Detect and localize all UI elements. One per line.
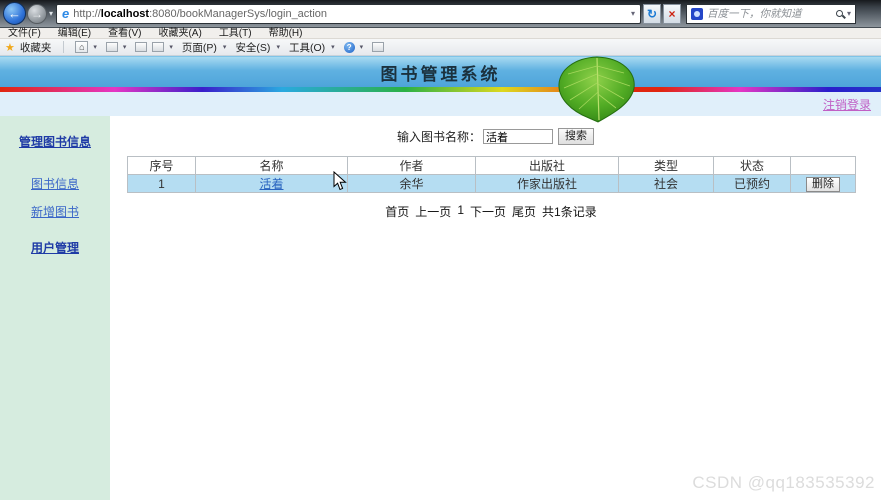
- sidebar-link-book-info[interactable]: 图书信息: [31, 175, 79, 192]
- menu-help[interactable]: 帮助(H): [269, 28, 303, 39]
- site-banner: 图书管理系统: [0, 56, 881, 87]
- search-dropdown-icon[interactable]: ▾: [847, 9, 851, 18]
- menu-view[interactable]: 查看(V): [108, 28, 141, 39]
- col-seq: 序号: [127, 156, 196, 175]
- refresh-button[interactable]: ↻: [643, 3, 662, 24]
- watermark: CSDN @qq183535392: [692, 473, 875, 492]
- menu-edit[interactable]: 编辑(E): [58, 28, 91, 39]
- table-row: 1 活着 余华 作家出版社 社会 已预约 删除: [127, 174, 856, 193]
- pagination-last[interactable]: 尾页: [512, 203, 536, 220]
- feeds-dropdown-icon[interactable]: ▾: [123, 43, 127, 51]
- book-name-link[interactable]: 活着: [259, 177, 283, 191]
- help-icon[interactable]: ?: [343, 41, 355, 53]
- print-dropdown-icon[interactable]: ▾: [169, 43, 173, 51]
- col-type: 类型: [618, 156, 714, 175]
- mouse-cursor: [333, 170, 347, 196]
- address-dropdown-icon[interactable]: ▾: [631, 9, 635, 18]
- history-dropdown-icon[interactable]: ▾: [49, 9, 53, 18]
- logout-link[interactable]: 注销登录: [823, 96, 871, 113]
- col-status: 状态: [713, 156, 791, 175]
- main-panel: 输入图书名称： 搜索 序号 名称 作者 出版社 类型 状态: [110, 116, 881, 500]
- browser-titlebar: ← → ▾ e http://localhost:8080/bookManage…: [0, 0, 881, 28]
- search-label: 输入图书名称：: [396, 130, 481, 144]
- sidebar-link-add-book[interactable]: 新增图书: [31, 203, 79, 220]
- cell-publisher: 作家出版社: [475, 174, 619, 193]
- tools-dropdown-icon[interactable]: ▾: [331, 43, 335, 51]
- delete-button[interactable]: 删除: [806, 176, 840, 192]
- pagination-current-page: 1: [457, 203, 464, 217]
- print-icon[interactable]: [152, 42, 165, 52]
- menu-tools[interactable]: 工具(T): [219, 28, 252, 39]
- pagination-prev[interactable]: 上一页: [415, 203, 451, 220]
- sidebar-heading-manage-books[interactable]: 管理图书信息: [19, 133, 91, 150]
- baidu-icon: [691, 7, 704, 20]
- favorites-star-icon[interactable]: ★: [5, 41, 15, 54]
- toolbar-extra-icon[interactable]: [372, 42, 385, 52]
- stop-button[interactable]: ×: [663, 3, 682, 24]
- page-menu[interactable]: 页面(P): [182, 40, 217, 55]
- subheader-band: 注销登录: [0, 92, 881, 116]
- pagination: 首页 上一页 1 下一页 尾页 共1条记录: [127, 203, 855, 220]
- pagination-total: 共1条记录: [542, 205, 597, 219]
- table-header-row: 序号 名称 作者 出版社 类型 状态: [127, 156, 856, 175]
- back-button[interactable]: ←: [3, 2, 26, 25]
- home-dropdown-icon[interactable]: ▾: [93, 43, 97, 51]
- search-button[interactable]: 搜索: [558, 128, 594, 145]
- menu-file[interactable]: 文件(F): [8, 28, 41, 39]
- feeds-icon[interactable]: [105, 42, 118, 52]
- menu-bar: 文件(F) 编辑(E) 查看(V) 收藏夹(A) 工具(T) 帮助(H): [0, 28, 881, 39]
- url-text: http://localhost:8080/bookManagerSys/log…: [73, 7, 328, 20]
- help-dropdown-icon[interactable]: ▾: [360, 43, 364, 51]
- pagination-next[interactable]: 下一页: [470, 203, 506, 220]
- sidebar-heading-user-manage[interactable]: 用户管理: [31, 239, 79, 256]
- browser-window: ← → ▾ e http://localhost:8080/bookManage…: [0, 0, 881, 500]
- web-search-box[interactable]: 百度一下，你就知道 ▾: [686, 3, 857, 24]
- col-publisher: 出版社: [475, 156, 619, 175]
- web-search-placeholder: 百度一下，你就知道: [707, 8, 802, 20]
- cell-type: 社会: [618, 174, 714, 193]
- refresh-icon: ↻: [646, 6, 658, 21]
- back-arrow-icon: ←: [8, 6, 21, 21]
- divider: [63, 41, 65, 53]
- tools-menu[interactable]: 工具(O): [289, 40, 325, 55]
- sidebar: 管理图书信息 图书信息 新增图书 用户管理: [0, 116, 110, 500]
- cell-author: 余华: [347, 174, 476, 193]
- safety-menu[interactable]: 安全(S): [235, 40, 270, 55]
- menu-favorites[interactable]: 收藏夹(A): [158, 28, 201, 39]
- col-author: 作者: [347, 156, 476, 175]
- col-name: 名称: [195, 156, 348, 175]
- books-table: 序号 名称 作者 出版社 类型 状态 1 活着 余华 作家出版社 社会 已预约 …: [127, 156, 856, 193]
- book-name-input[interactable]: [483, 129, 553, 144]
- pagination-first[interactable]: 首页: [385, 203, 409, 220]
- search-icon[interactable]: [836, 10, 843, 17]
- safety-dropdown-icon[interactable]: ▾: [276, 43, 280, 51]
- address-bar[interactable]: e http://localhost:8080/bookManagerSys/l…: [56, 3, 642, 24]
- page-dropdown-icon[interactable]: ▾: [223, 43, 227, 51]
- home-icon[interactable]: ⌂: [75, 41, 89, 53]
- favorites-label[interactable]: 收藏夹: [20, 40, 52, 55]
- mail-icon[interactable]: [135, 42, 148, 52]
- ie-page-icon: e: [62, 6, 70, 21]
- col-actions: [790, 156, 856, 175]
- stop-icon: ×: [668, 6, 676, 21]
- forward-button[interactable]: →: [27, 3, 47, 24]
- leaf-image: [554, 56, 640, 123]
- content-area: 管理图书信息 图书信息 新增图书 用户管理 输入图书名称： 搜索 序号 名称: [0, 116, 881, 500]
- cell-seq: 1: [127, 174, 196, 193]
- forward-arrow-icon: →: [31, 6, 43, 21]
- book-search-row: 输入图书名称： 搜索: [110, 128, 881, 145]
- page-title: 图书管理系统: [380, 64, 501, 84]
- cell-status: 已预约: [713, 174, 791, 193]
- favorites-bar: ★ 收藏夹 ⌂ ▾ ▾ ▾ 页面(P) ▾ 安全(S) ▾ 工具(O) ▾ ? …: [0, 39, 881, 56]
